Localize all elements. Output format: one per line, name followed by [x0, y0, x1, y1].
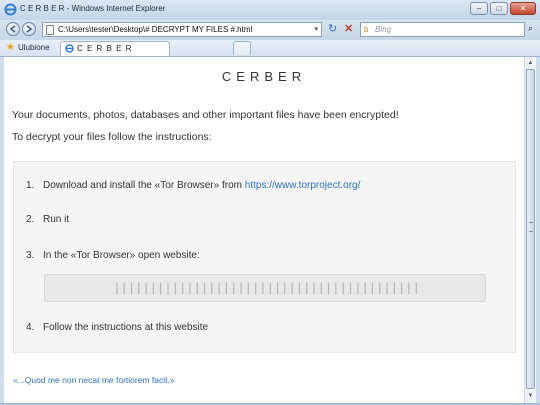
tor-project-link[interactable]: https://www.torproject.org/ [245, 180, 361, 191]
step-text: In the «Tor Browser» open website: [43, 250, 200, 261]
instructions-intro: To decrypt your files follow the instruc… [12, 131, 212, 143]
refresh-button[interactable]: ↻ [328, 23, 337, 35]
page-title: CERBER [221, 69, 307, 84]
back-button[interactable] [6, 22, 20, 36]
back-arrow-icon [9, 25, 16, 33]
window-controls: – □ ✕ [470, 2, 536, 15]
step-text: Download and install the «Tor Browser» f… [43, 180, 245, 191]
scroll-down-icon[interactable]: ▼ [526, 391, 535, 401]
search-input[interactable]: b Bing [360, 22, 525, 37]
step-number: 4. [26, 322, 35, 333]
step-2: 2. Run it [26, 214, 69, 225]
favorites-label: Ulubione [17, 43, 50, 52]
onion-address: ||||||||||||||||||||||||||||||||||||||||… [113, 281, 419, 296]
step-text: Follow the instructions at this website [43, 322, 209, 333]
step-number: 3. [26, 250, 35, 261]
forward-button[interactable] [22, 22, 36, 36]
step-4: 4. Follow the instructions at this websit… [26, 322, 208, 333]
navigation-bar: C:\Users\tester\Desktop\# DECRYPT MY FIL… [0, 20, 540, 40]
window-title: C E R B E R - Windows Internet Explorer [20, 4, 166, 13]
bing-icon: b [364, 25, 369, 34]
maximize-button[interactable]: □ [490, 2, 508, 15]
ie-logo-icon [4, 3, 17, 16]
step-number: 2. [26, 214, 35, 225]
address-bar[interactable]: C:\Users\tester\Desktop\# DECRYPT MY FIL… [42, 22, 322, 37]
step-3: 3. In the «Tor Browser» open website: [26, 250, 200, 261]
tab-bar: ★ Ulubione C E R B E R [0, 40, 540, 57]
step-number: 1. [26, 180, 35, 191]
search-icon[interactable]: ⌕ [528, 23, 533, 34]
onion-address-box[interactable]: ||||||||||||||||||||||||||||||||||||||||… [44, 274, 486, 302]
instructions-panel: 1. Download and install the «Tor Browser»… [13, 161, 516, 353]
step-text: Run it [43, 214, 70, 225]
search-placeholder: Bing [375, 25, 392, 34]
minimize-button[interactable]: – [470, 2, 488, 15]
title-bar: C E R B E R - Windows Internet Explorer … [0, 0, 540, 21]
page-icon [46, 25, 54, 35]
vertical-scrollbar[interactable]: ▲ ▼ [524, 57, 536, 403]
address-dropdown-icon[interactable]: ▾ [314, 25, 318, 33]
latin-quote: «...Quod me non necat me fortiorem facit… [13, 375, 175, 385]
tab-label: C E R B E R [77, 44, 133, 53]
encryption-message: Your documents, photos, databases and ot… [12, 109, 399, 121]
address-url[interactable]: C:\Users\tester\Desktop\# DECRYPT MY FIL… [58, 25, 252, 34]
forward-arrow-icon [26, 25, 33, 33]
scroll-grip-icon [529, 222, 533, 232]
close-button[interactable]: ✕ [510, 2, 536, 15]
new-tab-button[interactable] [233, 41, 251, 55]
page-content: CERBER Your documents, photos, databases… [4, 57, 524, 403]
scrollbar-thumb[interactable] [526, 69, 535, 389]
step-1: 1. Download and install the «Tor Browser»… [26, 180, 360, 191]
favorites-star-icon: ★ [6, 42, 15, 53]
ie-tab-icon [65, 44, 74, 53]
stop-button[interactable]: ✕ [344, 23, 353, 35]
favorites-button[interactable]: ★ Ulubione [6, 41, 50, 54]
scroll-up-icon[interactable]: ▲ [526, 58, 535, 68]
tab-cerber[interactable]: C E R B E R [60, 41, 170, 56]
